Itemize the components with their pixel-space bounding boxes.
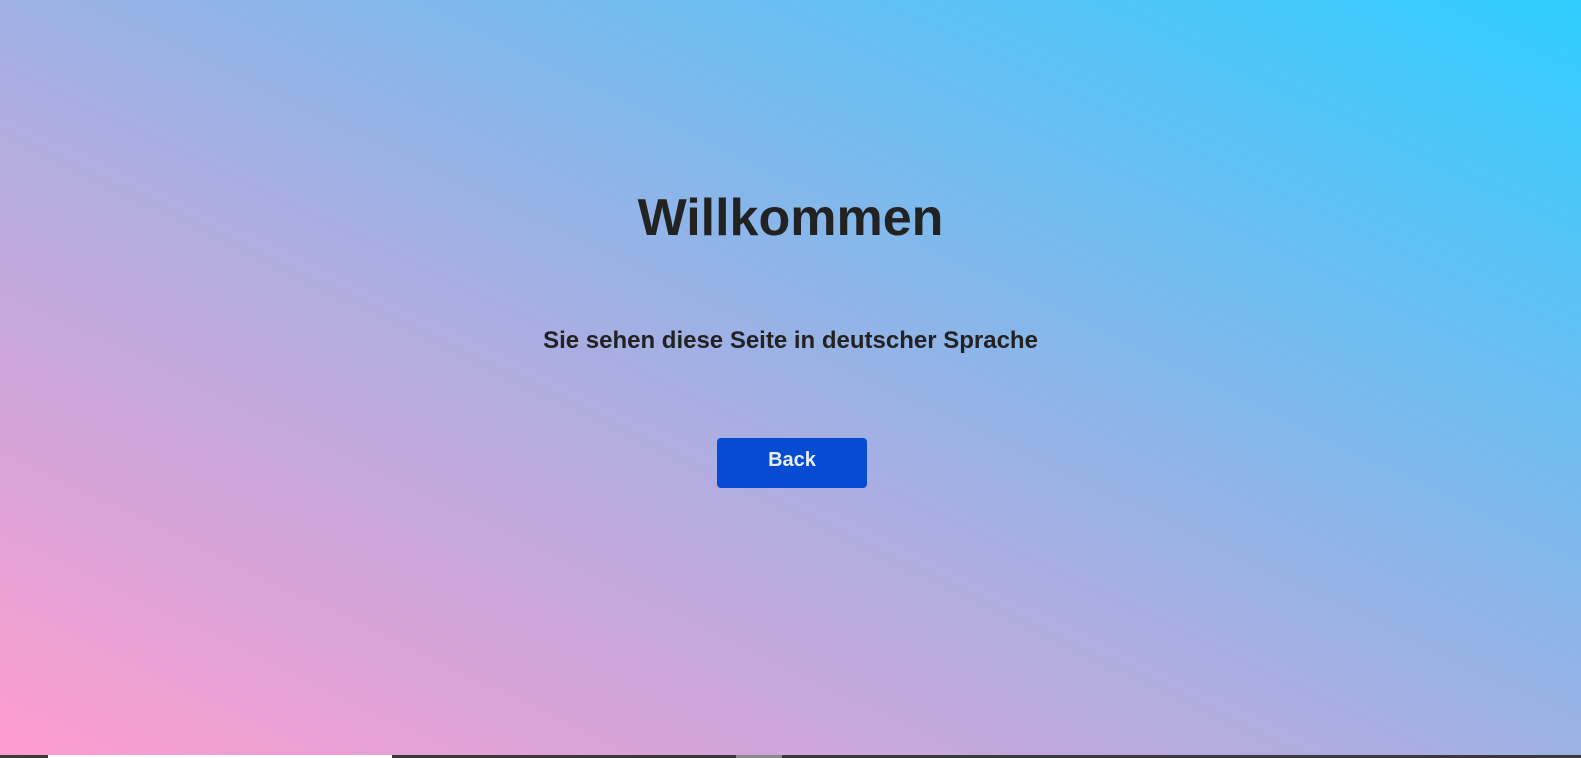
back-button[interactable]: Back xyxy=(717,438,867,488)
page-title: Willkommen xyxy=(637,189,944,247)
page-background: Willkommen Sie sehen diese Seite in deut… xyxy=(0,0,1581,758)
page-subtitle: Sie sehen diese Seite in deutscher Sprac… xyxy=(543,327,1038,354)
